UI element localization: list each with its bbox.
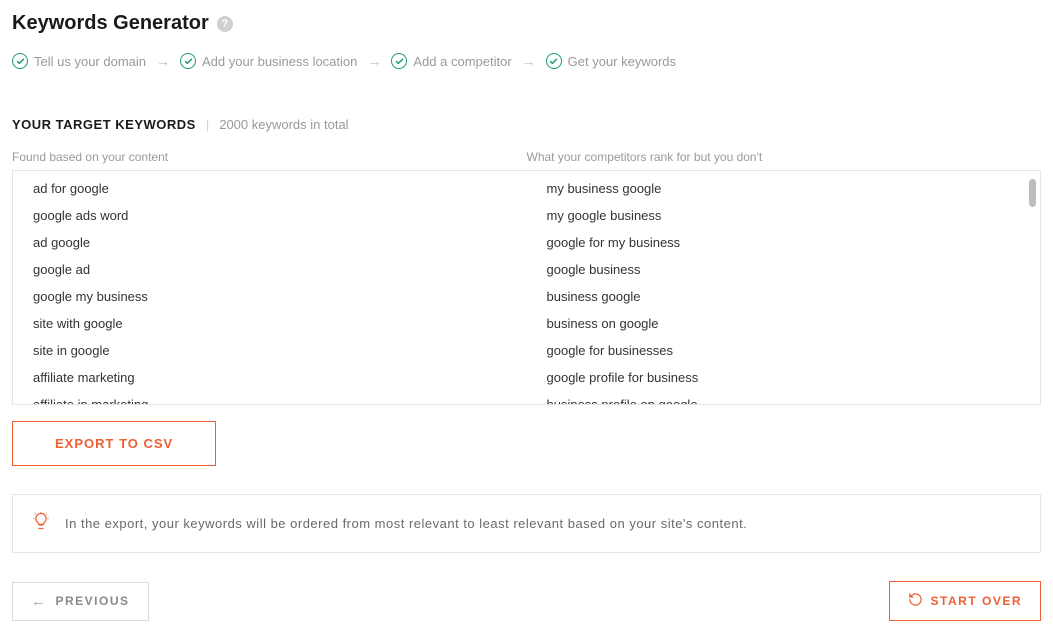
scrollbar-thumb[interactable] xyxy=(1029,179,1036,207)
list-item: my business google xyxy=(527,175,1041,202)
lightbulb-icon xyxy=(31,511,51,536)
list-item: ad google xyxy=(13,229,527,256)
list-item: google business xyxy=(527,256,1041,283)
list-item: affiliate marketing xyxy=(13,364,527,391)
step-location: Add your business location xyxy=(180,53,357,69)
page-header: Keywords Generator ? xyxy=(12,12,1041,35)
previous-label: PREVIOUS xyxy=(56,594,130,608)
start-over-label: START OVER xyxy=(931,594,1022,608)
arrow-left-icon: ← xyxy=(31,593,48,610)
help-icon[interactable]: ? xyxy=(217,16,233,32)
arrow-right-icon: → xyxy=(522,53,536,69)
list-item: google ad xyxy=(13,256,527,283)
export-csv-button[interactable]: EXPORT TO CSV xyxy=(12,421,216,466)
step-keywords: Get your keywords xyxy=(546,53,676,69)
right-column-header: What your competitors rank for but you d… xyxy=(527,150,1042,164)
list-item: site in google xyxy=(13,337,527,364)
left-column-header: Found based on your content xyxy=(12,150,527,164)
list-item: affiliate in marketing xyxy=(13,391,527,405)
list-item: business on google xyxy=(527,310,1041,337)
check-icon xyxy=(391,53,407,69)
wizard-steps: Tell us your domain → Add your business … xyxy=(12,53,1041,69)
divider: | xyxy=(206,117,209,132)
columns-header-row: Found based on your content What your co… xyxy=(12,150,1041,164)
section-header: YOUR TARGET KEYWORDS | 2000 keywords in … xyxy=(12,117,1041,132)
step-label: Get your keywords xyxy=(568,54,676,69)
step-label: Tell us your domain xyxy=(34,54,146,69)
section-title: YOUR TARGET KEYWORDS xyxy=(12,117,196,132)
tip-box: In the export, your keywords will be ord… xyxy=(12,494,1041,553)
left-keywords-column: ad for google google ads word ad google … xyxy=(13,171,527,404)
check-icon xyxy=(546,53,562,69)
list-item: google profile for business xyxy=(527,364,1041,391)
step-competitor: Add a competitor xyxy=(391,53,511,69)
page-title: Keywords Generator xyxy=(12,12,209,35)
arrow-right-icon: → xyxy=(367,53,381,69)
list-item: google for businesses xyxy=(527,337,1041,364)
list-item: site with google xyxy=(13,310,527,337)
list-item: business profile on google xyxy=(527,391,1041,405)
list-item: google ads word xyxy=(13,202,527,229)
check-icon xyxy=(12,53,28,69)
list-item: google for my business xyxy=(527,229,1041,256)
section-subtitle: 2000 keywords in total xyxy=(219,117,348,132)
arrow-right-icon: → xyxy=(156,53,170,69)
step-label: Add your business location xyxy=(202,54,357,69)
check-icon xyxy=(180,53,196,69)
list-item: my google business xyxy=(527,202,1041,229)
list-item: business google xyxy=(527,283,1041,310)
list-item: ad for google xyxy=(13,175,527,202)
start-over-button[interactable]: START OVER xyxy=(889,581,1041,621)
tip-text: In the export, your keywords will be ord… xyxy=(65,516,747,531)
previous-button[interactable]: ← PREVIOUS xyxy=(12,582,149,621)
footer-actions: ← PREVIOUS START OVER xyxy=(12,581,1041,621)
step-label: Add a competitor xyxy=(413,54,511,69)
right-keywords-column: my business google my google business go… xyxy=(527,171,1041,404)
step-domain: Tell us your domain xyxy=(12,53,146,69)
restart-icon xyxy=(908,592,923,610)
list-item: google my business xyxy=(13,283,527,310)
keywords-table: ad for google google ads word ad google … xyxy=(12,170,1041,405)
